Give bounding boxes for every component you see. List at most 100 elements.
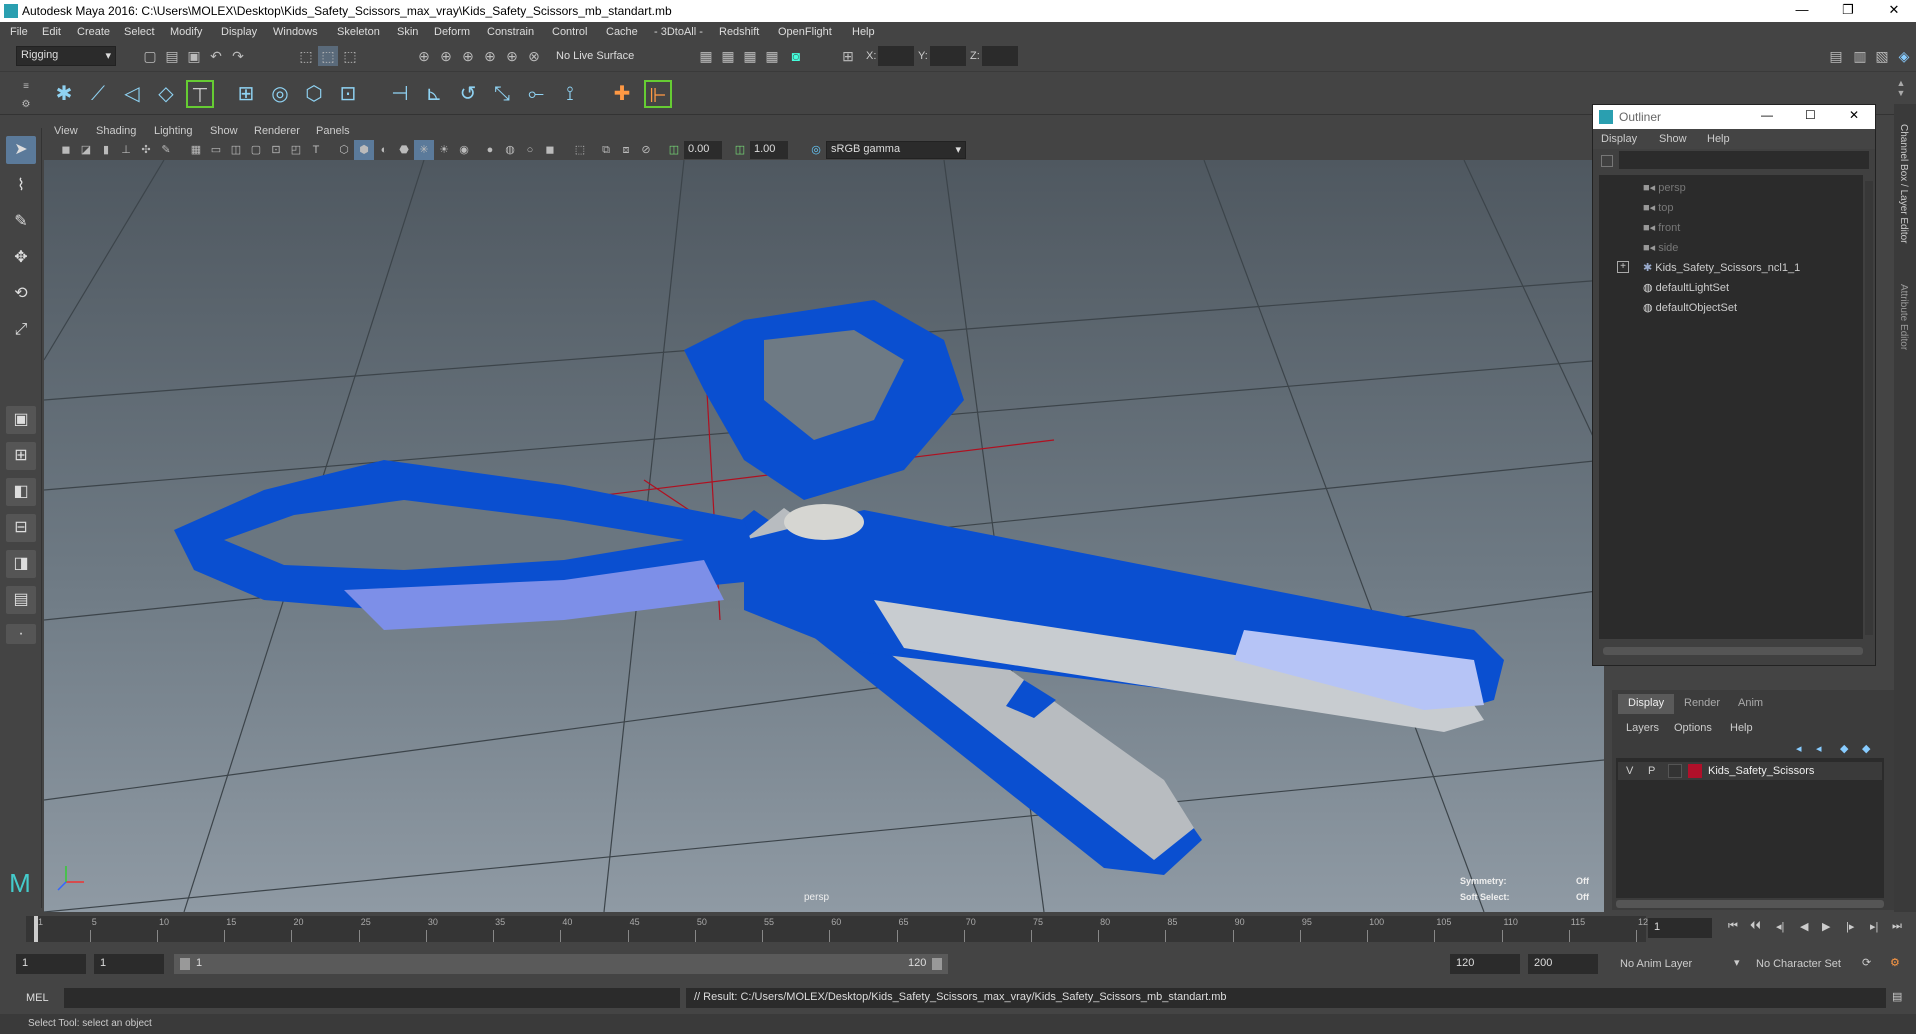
scale-tool-icon[interactable]: ⤢ xyxy=(6,316,36,344)
layer-horizontal-scrollbar[interactable] xyxy=(1616,900,1884,908)
playback-start-field[interactable]: 1 xyxy=(94,954,164,974)
isolate-select-icon[interactable]: ◼ xyxy=(540,140,560,160)
vp-menu-shading[interactable]: Shading xyxy=(96,125,136,137)
aim-constraint-icon[interactable]: ⊾ xyxy=(420,80,448,108)
expand-icon[interactable]: + xyxy=(1617,261,1629,273)
toggle-attribute-editor-icon[interactable]: ▥ xyxy=(1850,46,1870,66)
ik-spline-icon[interactable]: ◁ xyxy=(118,80,146,108)
vp-menu-lighting[interactable]: Lighting xyxy=(154,125,193,137)
orient-joint-icon[interactable]: ⊤ xyxy=(186,80,214,108)
undo-icon[interactable]: ↶ xyxy=(206,46,226,66)
color-management-icon[interactable]: ◎ xyxy=(806,140,826,160)
menu-windows[interactable]: Windows xyxy=(273,26,318,38)
snap-grid-icon[interactable]: ⊕ xyxy=(414,46,434,66)
paint-weights-icon[interactable]: ◎ xyxy=(266,80,294,108)
menu-modify[interactable]: Modify xyxy=(170,26,202,38)
mirror-joint-icon[interactable]: ◇ xyxy=(152,80,180,108)
select-hierarchy-icon[interactable]: ⬚ xyxy=(296,46,316,66)
list-item[interactable]: ◍ defaultObjectSet xyxy=(1643,299,1737,317)
film-gate-icon[interactable]: ▭ xyxy=(206,140,226,160)
cluster-icon[interactable]: ⊡ xyxy=(334,80,362,108)
outliner-maximize-button[interactable]: ☐ xyxy=(1805,108,1816,122)
make-live-icon[interactable]: ⊗ xyxy=(524,46,544,66)
ipr-render-icon[interactable]: ▦ xyxy=(718,46,738,66)
anim-layer-dropdown[interactable]: No Anim Layer xyxy=(1620,958,1692,970)
range-slider[interactable]: 1 120 xyxy=(174,954,948,974)
minimize-button[interactable]: — xyxy=(1782,2,1822,20)
vp-menu-view[interactable]: View xyxy=(54,125,78,137)
layout-menu-icon[interactable]: · xyxy=(6,624,36,644)
snap-view-icon[interactable]: ⊕ xyxy=(480,46,500,66)
image-plane-icon[interactable]: ⊥ xyxy=(116,140,136,160)
grid-icon[interactable]: ▦ xyxy=(186,140,206,160)
smooth-shade-icon[interactable]: ⬢ xyxy=(354,140,374,160)
lattice-icon[interactable]: ⬡ xyxy=(300,80,328,108)
render-settings-icon[interactable]: ▦ xyxy=(740,46,760,66)
toggle-channel-box-icon[interactable]: ◈ xyxy=(1894,46,1914,66)
snap-curve-icon[interactable]: ⊕ xyxy=(436,46,456,66)
wireframe-on-shaded-icon[interactable]: ◐ xyxy=(374,140,394,160)
tab-render[interactable]: Render xyxy=(1674,694,1730,714)
attribute-editor-tab[interactable]: Attribute Editor xyxy=(1898,284,1909,350)
new-layer-selected-icon[interactable]: ◆ xyxy=(1862,742,1870,755)
range-start-handle[interactable] xyxy=(180,958,190,970)
screen-space-ao-icon[interactable]: ◉ xyxy=(454,140,474,160)
gamma-icon[interactable]: ◫ xyxy=(730,140,750,160)
select-camera-icon[interactable]: ◼ xyxy=(56,140,76,160)
joint-tool-icon[interactable]: ✱ xyxy=(50,80,78,108)
character-set-dropdown[interactable]: No Character Set xyxy=(1756,958,1841,970)
xray-icon[interactable]: ⬚ xyxy=(570,140,590,160)
step-forward-icon[interactable]: ▸| xyxy=(1870,920,1878,933)
shelf-menu-icon[interactable]: ≡ xyxy=(16,77,36,97)
playback-end-field[interactable]: 120 xyxy=(1450,954,1520,974)
outliner-vertical-scrollbar[interactable] xyxy=(1865,181,1873,635)
layer-visibility-toggle[interactable]: V xyxy=(1626,765,1633,777)
list-item[interactable]: ■◂ top xyxy=(1643,199,1674,217)
pole-vector-icon[interactable]: ⟟ xyxy=(556,80,584,108)
vp-menu-panels[interactable]: Panels xyxy=(316,125,350,137)
menu-control[interactable]: Control xyxy=(552,26,587,38)
safe-title-icon[interactable]: T xyxy=(306,140,326,160)
menu-edit[interactable]: Edit xyxy=(42,26,61,38)
layer-playback-toggle[interactable]: P xyxy=(1648,765,1655,777)
menu-cache[interactable]: Cache xyxy=(606,26,638,38)
vp-menu-show[interactable]: Show xyxy=(210,125,238,137)
current-time-indicator[interactable] xyxy=(34,916,38,942)
layer-row[interactable]: V P Kids_Safety_Scissors xyxy=(1618,762,1882,780)
shadows-icon[interactable]: ☀ xyxy=(434,140,454,160)
outliner-horizontal-scrollbar[interactable] xyxy=(1603,647,1863,655)
move-layer-down-icon[interactable]: ◂ xyxy=(1816,742,1822,755)
menu-deform[interactable]: Deform xyxy=(434,26,470,38)
perspective-viewport[interactable]: persp Symmetry: Off Soft Select: Off xyxy=(44,160,1604,912)
mode-dropdown[interactable]: Rigging ▾ xyxy=(16,46,116,66)
outliner-minimize-button[interactable]: — xyxy=(1761,108,1773,122)
list-item[interactable]: ■◂ persp xyxy=(1643,179,1686,197)
textured-icon[interactable]: ⬣ xyxy=(394,140,414,160)
snap-surface-icon[interactable]: ⊕ xyxy=(502,46,522,66)
transform-mode-icon[interactable]: ⊞ xyxy=(838,46,858,66)
step-forward-key-icon[interactable]: |▸ xyxy=(1846,920,1854,933)
menu-create[interactable]: Create xyxy=(77,26,110,38)
select-tool-icon[interactable]: ➤ xyxy=(6,136,36,164)
filter-icon[interactable] xyxy=(1601,155,1613,167)
render-frame-icon[interactable]: ▦ xyxy=(696,46,716,66)
outliner-close-button[interactable]: ✕ xyxy=(1849,108,1859,122)
list-item[interactable]: ✱ Kids_Safety_Scissors_ncl1_1 xyxy=(1643,259,1800,277)
step-back-icon[interactable]: ⏴⏴ xyxy=(1750,920,1761,933)
ik-handle-icon[interactable]: ⟋ xyxy=(84,80,112,108)
vp-menu-renderer[interactable]: Renderer xyxy=(254,125,300,137)
close-button[interactable]: ✕ xyxy=(1874,2,1914,20)
layer-menu-options[interactable]: Options xyxy=(1674,722,1712,734)
set-driven-key-icon[interactable]: ⊩ xyxy=(644,80,672,108)
toggle-modeling-toolkit-icon[interactable]: ▤ xyxy=(1826,46,1846,66)
toggle-tool-settings-icon[interactable]: ▧ xyxy=(1872,46,1892,66)
animation-end-field[interactable]: 200 xyxy=(1528,954,1598,974)
list-item[interactable]: ■◂ front xyxy=(1643,219,1680,237)
hypershade-icon[interactable]: ▦ xyxy=(762,46,782,66)
auto-key-icon[interactable]: ⟳ xyxy=(1862,956,1871,969)
layer-type-toggle[interactable] xyxy=(1668,764,1682,778)
list-item[interactable]: ■◂ side xyxy=(1643,239,1678,257)
time-slider[interactable]: 1 5 10 15 20 25 30 35 40 45 50 55 60 65 70 75 80 85 90 95 10… xyxy=(0,912,1916,946)
open-scene-icon[interactable]: ▤ xyxy=(162,46,182,66)
menu-redshift[interactable]: Redshift xyxy=(719,26,759,38)
